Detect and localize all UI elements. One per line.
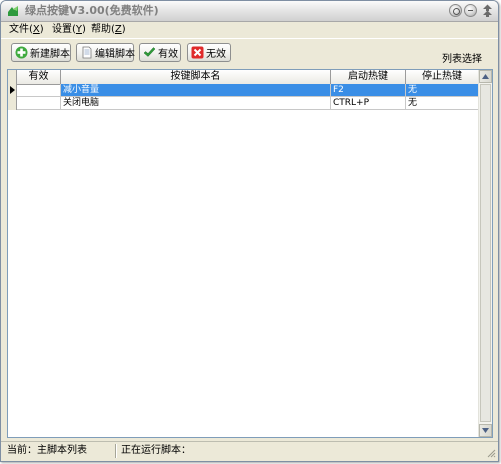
column-header-script-name[interactable]: 按键脚本名 — [61, 70, 331, 84]
column-header-enabled[interactable]: 有效 — [17, 70, 61, 84]
title-bar[interactable]: 绿点按键V3.00(免费软件) — [1, 1, 498, 22]
menu-settings-label: 设置 — [52, 24, 72, 35]
table-cell-enabled[interactable] — [17, 97, 61, 110]
scroll-down-button[interactable] — [479, 424, 492, 437]
vertical-scrollbar[interactable] — [478, 70, 492, 437]
disable-label: 无效 — [206, 49, 226, 60]
table-cell-enabled[interactable] — [17, 84, 61, 97]
new-script-button[interactable]: 新建脚本 — [11, 43, 71, 62]
scroll-track[interactable] — [479, 83, 492, 424]
resize-grip-icon[interactable] — [486, 448, 496, 458]
pin-icon[interactable] — [480, 3, 495, 18]
menu-help[interactable]: 帮助(Z) — [91, 23, 126, 36]
scroll-thumb[interactable] — [480, 84, 491, 422]
table-row[interactable]: 减小音量 F2 无 — [8, 84, 479, 97]
window-title: 绿点按键V3.00(免费软件) — [25, 4, 159, 17]
toolbar: 新建脚本 编辑脚本 有效 无效 列表选择 — [1, 38, 498, 67]
table-cell-stop-hotkey[interactable]: 无 — [406, 84, 479, 97]
row-selector[interactable] — [8, 84, 17, 97]
table-cell-start-hotkey[interactable]: CTRL+P — [331, 97, 406, 110]
menu-settings-accel: Y — [75, 24, 83, 35]
new-script-label: 新建脚本 — [30, 49, 70, 60]
edit-script-label: 编辑脚本 — [95, 49, 135, 60]
table-row[interactable]: 关闭电脑 CTRL+P 无 — [8, 97, 479, 110]
table-cell-stop-hotkey[interactable]: 无 — [406, 97, 479, 110]
list-select-label[interactable]: 列表选择 — [442, 50, 482, 65]
table-cell-script-name[interactable]: 关闭电脑 — [61, 97, 331, 110]
column-header-start-hotkey[interactable]: 启动热键 — [331, 70, 406, 84]
app-window: 绿点按键V3.00(免费软件) 文件(X) 设置(Y) 帮助(Z) 新建脚本 编… — [0, 0, 499, 462]
table-cell-script-name[interactable]: 减小音量 — [61, 84, 331, 97]
scroll-up-button[interactable] — [479, 70, 492, 83]
app-logo-icon — [8, 6, 18, 16]
cross-icon — [191, 46, 204, 59]
arrow-up-icon — [482, 74, 489, 79]
edit-document-icon — [82, 46, 92, 59]
menu-help-accel: Z — [114, 24, 122, 35]
status-running: 正在运行脚本： — [121, 445, 191, 456]
row-header-corner — [8, 70, 17, 84]
menu-file-label: 文件 — [9, 24, 29, 35]
enable-label: 有效 — [158, 49, 178, 60]
minimize-icon[interactable] — [464, 4, 477, 17]
check-icon — [143, 47, 156, 57]
status-divider — [115, 444, 117, 458]
menu-help-label: 帮助 — [91, 24, 111, 35]
edit-script-button[interactable]: 编辑脚本 — [76, 43, 135, 62]
add-icon — [15, 46, 28, 59]
menu-file-accel: X — [32, 24, 40, 35]
status-current: 当前：主脚本列表 — [7, 445, 87, 456]
table-header: 有效 按键脚本名 启动热键 停止热键 — [8, 70, 479, 85]
menu-bar: 文件(X) 设置(Y) 帮助(Z) — [1, 22, 498, 37]
arrow-down-icon — [482, 428, 489, 433]
table-cell-start-hotkey[interactable]: F2 — [331, 84, 406, 97]
menu-settings[interactable]: 设置(Y) — [52, 23, 86, 36]
script-table: 有效 按键脚本名 启动热键 停止热键 减小音量 F2 无 关闭电脑 CTRL+P… — [7, 69, 493, 438]
current-row-icon — [10, 86, 15, 94]
status-bar: 当前：主脚本列表 正在运行脚本： — [1, 441, 498, 460]
row-selector[interactable] — [8, 97, 17, 110]
enable-button[interactable]: 有效 — [139, 43, 181, 62]
disable-button[interactable]: 无效 — [187, 43, 231, 62]
restore-icon[interactable] — [449, 4, 462, 17]
column-header-stop-hotkey[interactable]: 停止热键 — [406, 70, 479, 84]
menu-file[interactable]: 文件(X) — [9, 23, 44, 36]
